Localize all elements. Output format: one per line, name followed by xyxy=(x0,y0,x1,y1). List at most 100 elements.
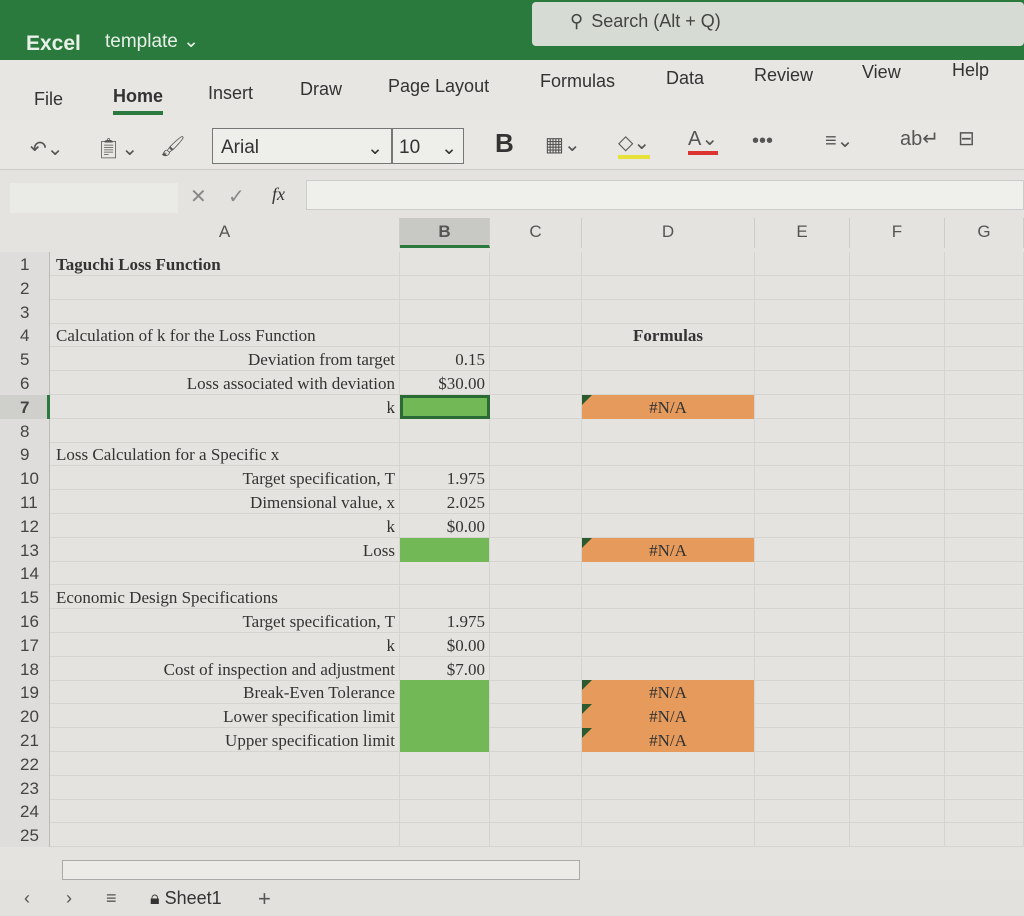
cell-c22[interactable] xyxy=(490,751,582,776)
cell-b17[interactable]: $0.00 xyxy=(400,632,490,657)
row-header[interactable]: 3 xyxy=(0,299,50,324)
borders-icon[interactable]: ▦⌄ xyxy=(545,132,581,157)
cell-g17[interactable] xyxy=(945,632,1024,657)
tab-formulas[interactable]: Formulas xyxy=(540,71,615,92)
cell-f19[interactable] xyxy=(850,680,945,705)
cell-f2[interactable] xyxy=(850,275,945,300)
cell-f17[interactable] xyxy=(850,632,945,657)
cell-f5[interactable] xyxy=(850,347,945,372)
cell-c15[interactable] xyxy=(490,585,582,610)
cell-c4[interactable] xyxy=(490,323,582,348)
font-name-select[interactable]: Arial ⌄ xyxy=(212,128,392,164)
cell-g8[interactable] xyxy=(945,418,1024,443)
cell-a22[interactable] xyxy=(50,751,400,776)
cell-d2[interactable] xyxy=(582,275,755,300)
cell-b7[interactable] xyxy=(400,394,490,419)
cell-g4[interactable] xyxy=(945,323,1024,348)
column-header-b[interactable]: B xyxy=(400,218,490,248)
cell-d21[interactable]: #N/A xyxy=(582,728,755,752)
cell-c5[interactable] xyxy=(490,347,582,372)
cell-g1[interactable] xyxy=(945,252,1024,276)
cell-g10[interactable] xyxy=(945,466,1024,491)
cell-g23[interactable] xyxy=(945,775,1024,800)
font-color-icon[interactable]: A⌄ xyxy=(688,126,719,155)
cell-f21[interactable] xyxy=(850,728,945,752)
next-sheet-icon[interactable]: › xyxy=(66,888,72,909)
add-sheet-button[interactable]: + xyxy=(258,886,271,912)
merge-icon[interactable]: ⊟ xyxy=(958,126,975,151)
cell-c17[interactable] xyxy=(490,632,582,657)
cell-f1[interactable] xyxy=(850,252,945,276)
cell-b21[interactable] xyxy=(400,728,490,752)
cell-d20[interactable]: #N/A xyxy=(582,704,755,729)
tab-file[interactable]: File xyxy=(34,89,63,110)
cell-a21[interactable]: Upper specification limit xyxy=(50,728,400,752)
cell-d13[interactable]: #N/A xyxy=(582,537,755,562)
align-icon[interactable]: ≡⌄ xyxy=(825,128,853,153)
cell-b4[interactable] xyxy=(400,323,490,348)
cell-d10[interactable] xyxy=(582,466,755,491)
tab-home[interactable]: Home xyxy=(113,86,164,115)
paste-icon[interactable]: 📋︎⌄ xyxy=(96,136,138,161)
cell-e25[interactable] xyxy=(755,823,850,848)
cell-g24[interactable] xyxy=(945,799,1024,824)
column-header-d[interactable]: D xyxy=(582,218,755,248)
cell-c21[interactable] xyxy=(490,728,582,752)
cell-g19[interactable] xyxy=(945,680,1024,705)
cell-d7[interactable]: #N/A xyxy=(582,394,755,419)
cell-b8[interactable] xyxy=(400,418,490,443)
cell-b14[interactable] xyxy=(400,561,490,586)
cell-f4[interactable] xyxy=(850,323,945,348)
cell-d12[interactable] xyxy=(582,513,755,538)
row-header[interactable]: 23 xyxy=(0,775,50,800)
row-header[interactable]: 18 xyxy=(0,656,50,681)
cell-b9[interactable] xyxy=(400,442,490,467)
row-header[interactable]: 16 xyxy=(0,609,50,633)
cell-c8[interactable] xyxy=(490,418,582,443)
search-box[interactable]: ⚲ Search (Alt + Q) xyxy=(532,2,1024,46)
cell-d23[interactable] xyxy=(582,775,755,800)
cell-e23[interactable] xyxy=(755,775,850,800)
app-name[interactable]: Excel xyxy=(26,32,81,56)
cell-f24[interactable] xyxy=(850,799,945,824)
cell-a1[interactable]: Taguchi Loss Function xyxy=(50,252,400,276)
cell-g21[interactable] xyxy=(945,728,1024,752)
cell-f13[interactable] xyxy=(850,537,945,562)
cell-a23[interactable] xyxy=(50,775,400,800)
cell-c9[interactable] xyxy=(490,442,582,467)
row-header[interactable]: 5 xyxy=(0,347,50,372)
bold-button[interactable]: B xyxy=(495,128,514,159)
row-header[interactable]: 10 xyxy=(0,466,50,491)
row-header[interactable]: 15 xyxy=(0,585,50,610)
column-header-g[interactable]: G xyxy=(945,218,1024,248)
cell-e16[interactable] xyxy=(755,609,850,633)
cell-c1[interactable] xyxy=(490,252,582,276)
cell-e2[interactable] xyxy=(755,275,850,300)
row-header[interactable]: 13 xyxy=(0,537,50,562)
cell-b24[interactable] xyxy=(400,799,490,824)
cell-c19[interactable] xyxy=(490,680,582,705)
row-header[interactable]: 8 xyxy=(0,418,50,443)
row-header[interactable]: 12 xyxy=(0,513,50,538)
row-header[interactable]: 1 xyxy=(0,252,50,276)
cell-d17[interactable] xyxy=(582,632,755,657)
cell-d24[interactable] xyxy=(582,799,755,824)
cell-e14[interactable] xyxy=(755,561,850,586)
cell-a18[interactable]: Cost of inspection and adjustment xyxy=(50,656,400,681)
cell-f3[interactable] xyxy=(850,299,945,324)
cell-a17[interactable]: k xyxy=(50,632,400,657)
cell-c2[interactable] xyxy=(490,275,582,300)
cell-c18[interactable] xyxy=(490,656,582,681)
cell-a7[interactable]: k xyxy=(50,394,400,419)
cell-c12[interactable] xyxy=(490,513,582,538)
row-header[interactable]: 6 xyxy=(0,371,50,395)
row-header[interactable]: 2 xyxy=(0,275,50,300)
row-header[interactable]: 9 xyxy=(0,442,50,467)
cell-e24[interactable] xyxy=(755,799,850,824)
cell-e1[interactable] xyxy=(755,252,850,276)
cell-e7[interactable] xyxy=(755,394,850,419)
row-header[interactable]: 7 xyxy=(0,394,50,419)
cell-b2[interactable] xyxy=(400,275,490,300)
column-header-a[interactable]: A xyxy=(50,218,400,248)
cell-f12[interactable] xyxy=(850,513,945,538)
